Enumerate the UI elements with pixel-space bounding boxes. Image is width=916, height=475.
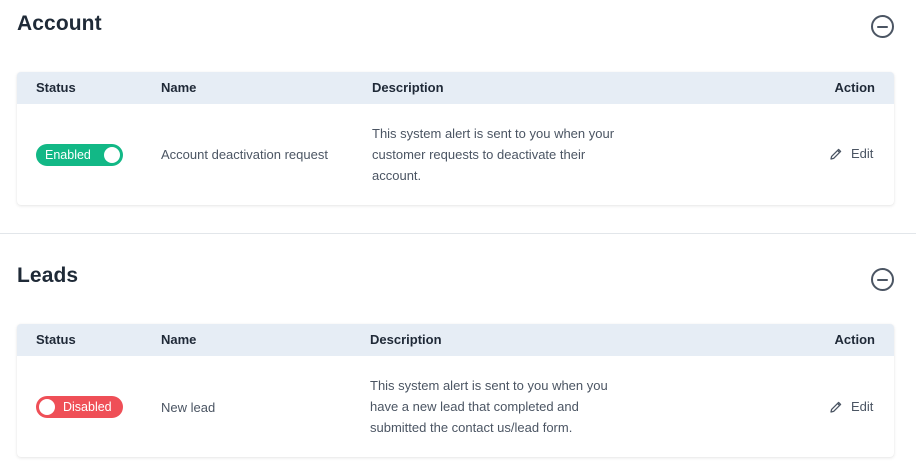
alert-name: Account deactivation request	[161, 147, 328, 162]
column-header-status: Status	[36, 332, 76, 347]
description-line: have a new lead that completed and	[370, 399, 579, 414]
edit-label: Edit	[851, 399, 874, 414]
section-title-leads: Leads	[17, 264, 79, 287]
status-toggle[interactable]: Disabled	[36, 396, 123, 418]
column-header-name: Name	[161, 80, 197, 95]
column-header-action: Action	[834, 80, 875, 95]
alert-description: This system alert is sent to you when yo…	[372, 123, 622, 186]
pencil-icon	[830, 148, 842, 160]
column-header-description: Description	[372, 80, 444, 95]
table-row: Enabled Account deactivation request Thi…	[17, 104, 894, 205]
column-header-name: Name	[161, 332, 197, 347]
column-header-description: Description	[370, 332, 442, 347]
toggle-knob	[39, 399, 55, 415]
alert-name: New lead	[161, 400, 216, 415]
collapse-account-button[interactable]	[871, 15, 894, 38]
account-alerts-table: Status Name Description Action Enabled A…	[17, 72, 894, 205]
toggle-knob	[104, 147, 120, 163]
status-toggle[interactable]: Enabled	[36, 144, 123, 166]
column-header-action: Action	[834, 332, 875, 347]
status-toggle-label: Disabled	[63, 400, 112, 414]
minus-circle-icon	[877, 278, 888, 281]
description-line: account.	[372, 168, 422, 183]
collapse-leads-button[interactable]	[871, 268, 894, 291]
description-line: This system alert is sent to you when yo…	[370, 378, 608, 393]
table-header: Status Name Description Action	[17, 72, 894, 104]
description-line: This system alert is sent to you when yo…	[372, 126, 615, 141]
minus-circle-icon	[877, 25, 888, 28]
edit-label: Edit	[851, 146, 874, 161]
description-line: submitted the contact us/lead form.	[370, 420, 573, 435]
edit-button[interactable]: Edit	[829, 146, 873, 161]
section-title-account: Account	[17, 12, 102, 35]
status-toggle-label: Enabled	[45, 148, 91, 162]
alert-description: This system alert is sent to you when yo…	[370, 375, 620, 438]
leads-alerts-table: Status Name Description Action Disabled …	[17, 324, 894, 457]
section-divider	[0, 233, 916, 234]
table-row: Disabled New lead This system alert is s…	[17, 356, 894, 457]
description-line: customer requests to deactivate their	[372, 147, 586, 162]
pencil-icon	[830, 401, 842, 413]
column-header-status: Status	[36, 80, 76, 95]
table-header: Status Name Description Action	[17, 324, 894, 356]
edit-button[interactable]: Edit	[829, 399, 873, 414]
